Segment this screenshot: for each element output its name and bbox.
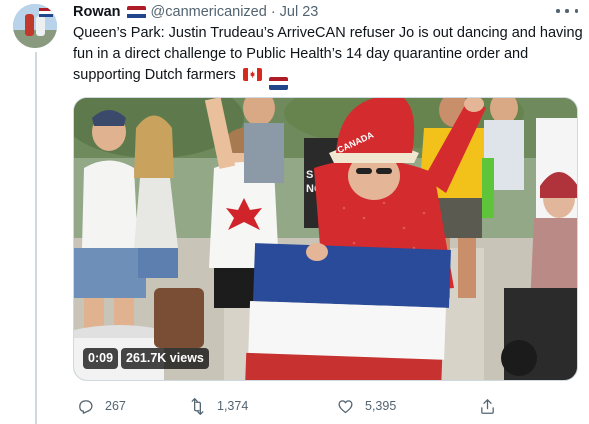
retweet-count: 1,374 bbox=[217, 399, 249, 413]
retweet-icon bbox=[191, 397, 204, 415]
tweet-text: Queen’s Park: Justin Trudeau’s ArriveCAN… bbox=[73, 23, 583, 90]
video-stats: 0:09 261.7K views bbox=[83, 348, 209, 369]
canada-flag-icon bbox=[242, 68, 262, 81]
share-button[interactable] bbox=[479, 396, 496, 416]
video-duration: 0:09 bbox=[83, 348, 119, 369]
tweet-date[interactable]: Jul 23 bbox=[280, 4, 319, 20]
more-options-icon[interactable] bbox=[556, 4, 578, 18]
tweet-body: Queen’s Park: Justin Trudeau’s ArriveCAN… bbox=[73, 25, 583, 83]
retweet-button[interactable]: 1,374 bbox=[189, 396, 248, 416]
netherlands-flag-icon bbox=[126, 5, 146, 19]
reply-icon bbox=[79, 399, 93, 414]
reply-count: 267 bbox=[105, 399, 126, 413]
reply-button[interactable]: 267 bbox=[77, 396, 126, 416]
like-count: 5,395 bbox=[365, 399, 397, 413]
video-frame: S NO CANADA bbox=[74, 98, 577, 380]
tweet-actions: 267 1,374 5,395 bbox=[73, 396, 503, 416]
heart-icon bbox=[338, 399, 353, 413]
video-views: 261.7K views bbox=[121, 348, 209, 369]
share-icon bbox=[481, 398, 494, 414]
like-button[interactable]: 5,395 bbox=[337, 396, 396, 416]
svg-text:S: S bbox=[306, 169, 313, 181]
netherlands-flag-icon bbox=[268, 76, 288, 90]
avatar[interactable] bbox=[13, 4, 57, 48]
author-handle[interactable]: @canmericanized bbox=[151, 4, 267, 20]
thread-line bbox=[35, 52, 37, 424]
author-name[interactable]: Rowan bbox=[73, 4, 121, 20]
separator-dot: · bbox=[270, 4, 276, 20]
video-player[interactable]: S NO CANADA 0:09 261.7K views bbox=[73, 97, 578, 381]
tweet-header: Rowan @canmericanized · Jul 23 bbox=[73, 3, 318, 21]
